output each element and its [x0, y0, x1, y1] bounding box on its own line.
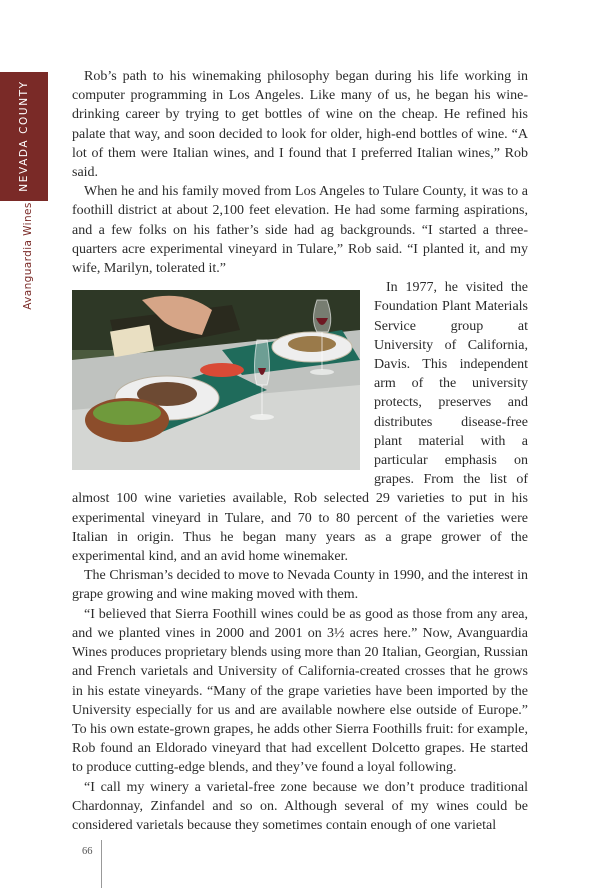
paragraph: Rob’s path to his winemaking philosophy … — [72, 69, 528, 181]
wine-pouring-photo — [72, 290, 360, 471]
article-body: Rob’s path to his winemaking philosophy … — [72, 67, 528, 835]
paragraph: When he and his family moved from Los An… — [72, 184, 528, 277]
photo-illustration — [72, 290, 360, 471]
paragraph: “I believed that Sierra Foothill wines c… — [72, 606, 528, 776]
footer-divider — [101, 840, 102, 888]
subsection-title: Avanguardia Wines — [22, 202, 34, 310]
section-title: NEVADA COUNTY — [18, 80, 30, 192]
page-number: 66 — [82, 846, 93, 857]
paragraph: The Chrisman’s decided to move to Nevada… — [72, 568, 528, 603]
paragraph: “I call my winery a varietal-free zone b… — [72, 779, 528, 833]
